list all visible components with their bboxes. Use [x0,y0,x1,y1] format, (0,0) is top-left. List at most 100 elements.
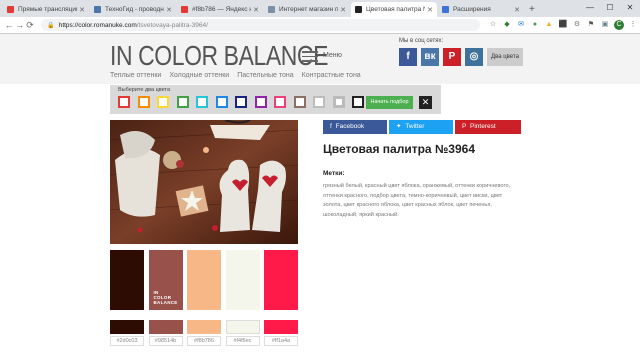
browser-tab[interactable]: Цветовая палитра №3✕ [351,2,437,17]
tab-close-icon[interactable]: ✕ [166,6,172,14]
vk-icon[interactable]: вк [421,48,439,66]
palette-color-block: IN COLOR BALANCE [148,250,183,310]
tab-title: #f8b786 — Яндекс но [192,6,252,13]
palette-photo [110,120,298,244]
color-swatch[interactable] [352,96,364,108]
ext-icon-3[interactable]: ● [530,20,540,30]
social-label: Мы в соц сетях: [399,38,444,44]
subnav-item[interactable]: Холодные оттенки [169,72,229,79]
forward-icon[interactable]: → [14,20,24,30]
color-swatch[interactable] [293,96,306,108]
palette-hex-code[interactable]: #98514b [148,336,183,346]
new-tab-button[interactable]: + [529,2,535,17]
browser-tab[interactable]: Прямые трансляции - ✕ [3,2,89,17]
back-icon[interactable]: ← [4,20,14,30]
tags-list: грязный белый, красный цвет яблока, оран… [323,183,511,218]
color-picker-panel: Выберите два цвета Начать подбор ✕ [110,85,441,114]
browser-tab[interactable]: Расширения ✕ [438,2,524,17]
tab-close-icon[interactable]: ✕ [427,6,433,14]
share-label: Twitter [405,123,425,130]
tab-close-icon[interactable]: ✕ [514,6,520,14]
browser-tab[interactable]: ТехноГид - проводни ✕ [90,2,176,17]
facebook-icon[interactable]: f [399,48,417,66]
color-swatch[interactable] [332,96,345,108]
palette-hex-code[interactable]: #f4f6ec [225,336,260,346]
browser-tab[interactable]: #f8b786 — Яндекс но ✕ [177,2,263,17]
share-facebook-button[interactable]: f Facebook [323,120,387,134]
color-swatch[interactable] [313,96,325,108]
color-swatch[interactable] [274,96,286,108]
instagram-icon[interactable]: ◎ [465,48,483,66]
palette-chip [110,320,144,334]
url-path: /tsvetovaya-palitra-3964/ [136,21,208,29]
tags-heading: Метки: [323,170,345,177]
reload-icon[interactable]: ⟳ [25,20,35,31]
url-bar[interactable]: 🔒 https://color.romanuke.com/tsvetovaya-… [41,19,480,31]
maximize-button[interactable]: ☐ [600,0,620,17]
ext-icon-7[interactable]: ⚑ [586,20,596,30]
palette-hex-code[interactable]: #2d0c03 [110,336,144,346]
watermark-line: BALANCE [153,300,178,305]
subnav-item[interactable]: Пастельные тона [237,72,293,79]
category-nav: Теплые оттенки Холодные оттенки Пастельные… [110,72,369,79]
browser-tab[interactable]: Интернет магазин под✕ [264,2,350,17]
page-content: IN COLOR BALANCE Меню Мы в соц сетях: fв… [0,34,640,360]
tab-close-icon[interactable]: ✕ [340,6,346,14]
color-swatch[interactable] [235,96,247,108]
hamburger-icon[interactable] [302,51,318,65]
star-icon[interactable]: ☆ [488,20,498,30]
ext-icon-5[interactable]: ⬛ [558,20,568,30]
two-colors-button[interactable]: Два цвета [487,48,523,66]
color-swatch[interactable] [254,96,267,108]
facebook-icon: f [330,123,334,130]
palette-chip [264,320,298,334]
tab-favicon-icon [181,6,188,13]
tab-favicon-icon [94,6,101,13]
extensions-bar: ☆ ◆ ✉ ● ▲ ⬛ ⚙ ⚑ ▣ C ⋮ [486,20,640,30]
window-controls: — ☐ ✕ [580,0,640,17]
ext-icon-2[interactable]: ✉ [516,20,526,30]
tab-close-icon[interactable]: ✕ [79,6,85,14]
kebab-icon[interactable]: ⋮ [628,20,638,30]
color-swatch[interactable] [137,96,150,108]
color-swatch[interactable] [196,96,208,108]
tab-favicon-icon [442,6,449,13]
ext-icon-1[interactable]: ◆ [502,20,512,30]
palette-chip [225,320,260,334]
pinterest-icon[interactable]: P [443,48,461,66]
subnav-item[interactable]: Теплые оттенки [110,72,161,79]
share-label: Facebook [335,123,365,130]
avatar-icon[interactable]: C [614,20,624,30]
address-toolbar: ← → ⟳ 🔒 https://color.romanuke.com/tsvet… [0,17,640,34]
subnav-item[interactable]: Контрастные тона [302,72,361,79]
palette-color-block [264,250,298,310]
christmas-photo-illustration [110,120,298,244]
ext-icon-8[interactable]: ▣ [600,20,610,30]
minimize-button[interactable]: — [580,0,600,17]
site-logo[interactable]: IN COLOR BALANCE [110,40,328,72]
pinterest-icon: P [462,123,469,130]
close-window-button[interactable]: ✕ [620,0,640,17]
ext-icon-4[interactable]: ▲ [544,20,554,30]
browser-tab-strip: Прямые трансляции - ✕ ТехноГид - проводни ✕… [0,0,640,17]
tab-favicon-icon [268,6,275,13]
start-matching-button[interactable]: Начать подбор [366,96,413,109]
color-swatch[interactable] [215,96,228,108]
tab-close-icon[interactable]: ✕ [253,6,259,14]
menu-label[interactable]: Меню [323,52,342,59]
palette-hex-code[interactable]: #ff1a4a [264,336,298,346]
share-twitter-button[interactable]: ✦ Twitter [389,120,453,134]
palette-hex-code[interactable]: #f8b786 [187,336,221,346]
share-pinterest-button[interactable]: P Pinterest [455,120,521,134]
palette-chip [187,320,221,334]
page-title: Цветовая палитра №3964 [323,142,475,156]
ext-icon-6[interactable]: ⚙ [572,20,582,30]
color-swatch[interactable] [118,96,130,108]
color-swatch[interactable] [157,96,169,108]
picker-label: Выберите два цвета [118,87,171,93]
palette-color-block [110,250,144,310]
clear-selection-button[interactable]: ✕ [419,96,432,109]
color-swatch[interactable] [176,96,189,108]
palette-watermark: IN COLOR BALANCE [154,290,178,305]
tab-title: Интернет магазин под [279,6,339,13]
